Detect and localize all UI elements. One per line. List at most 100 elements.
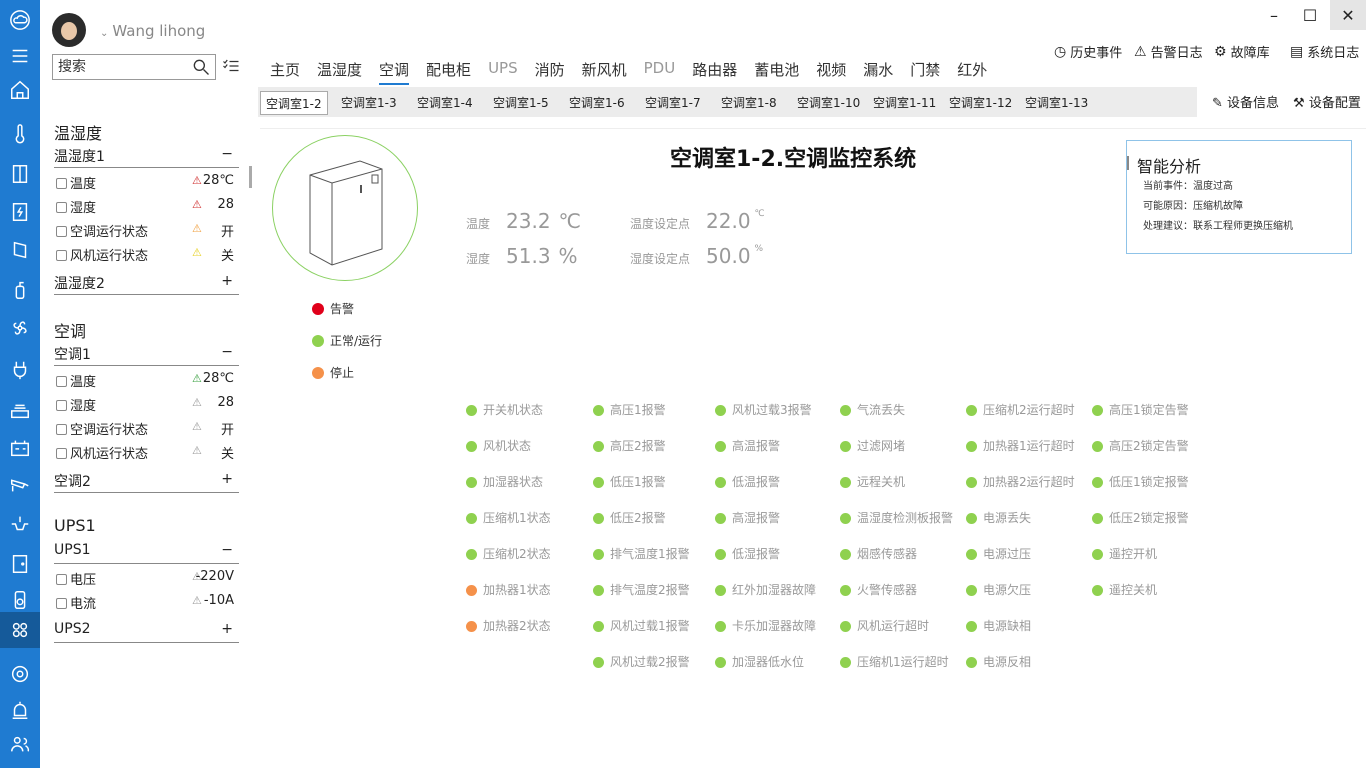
- user-name: Wang lihong: [112, 22, 206, 40]
- status-label: 加热器1运行超时: [983, 439, 1075, 453]
- nav-rail: [0, 0, 40, 768]
- tab-温湿度[interactable]: 温湿度: [317, 59, 362, 85]
- sidebar-sensor-row[interactable]: 空调运行状态 ⚠ 开: [56, 419, 236, 441]
- tab-消防[interactable]: 消防: [535, 59, 565, 85]
- expand-icon[interactable]: +: [221, 273, 233, 289]
- camera-icon[interactable]: [0, 466, 40, 502]
- pdu-plug-icon[interactable]: [0, 352, 40, 388]
- tab-PDU[interactable]: PDU: [644, 59, 676, 85]
- room-tab[interactable]: 空调室1-6: [564, 91, 630, 115]
- room-tab[interactable]: 空调室1-8: [716, 91, 782, 115]
- expand-icon[interactable]: +: [221, 471, 233, 487]
- avatar[interactable]: [52, 13, 86, 47]
- close-button[interactable]: ✕: [1330, 0, 1366, 30]
- room-tab[interactable]: 空调室1-7: [640, 91, 706, 115]
- sidebar-sensor-row[interactable]: 湿度 ⚠ 28: [56, 197, 236, 219]
- tab-漏水[interactable]: 漏水: [863, 59, 893, 85]
- top-link-history[interactable]: ◷ 历史事件: [1054, 42, 1122, 62]
- metric-unit: %: [558, 244, 578, 268]
- status-label: 风机过载3报警: [732, 403, 812, 417]
- users-icon[interactable]: [0, 726, 40, 762]
- sidebar-sensor-row[interactable]: 电流 ⚠ -10A: [56, 593, 236, 615]
- tab-新风机[interactable]: 新风机: [582, 59, 627, 85]
- sidebar-subgroup-header[interactable]: 空调2 +: [54, 471, 239, 493]
- tab-空调[interactable]: 空调: [379, 59, 410, 85]
- device-config-link[interactable]: ⚒ 设备配置: [1293, 92, 1361, 111]
- top-link-alarm-log[interactable]: ⚠ 告警日志: [1134, 42, 1203, 62]
- maximize-button[interactable]: ☐: [1292, 0, 1328, 30]
- tab-蓄电池[interactable]: 蓄电池: [754, 59, 799, 85]
- room-tab[interactable]: 空调室1-13: [1020, 91, 1093, 115]
- sidebar-sensor-row[interactable]: 空调运行状态 ⚠ 开: [56, 221, 236, 243]
- top-link-fault-library[interactable]: ⚙ 故障库: [1214, 42, 1270, 62]
- ups-icon[interactable]: [0, 232, 40, 268]
- modules-icon[interactable]: [0, 612, 40, 648]
- menu-icon[interactable]: [0, 38, 40, 74]
- sidebar-subgroup-header[interactable]: 温湿度1 −: [54, 146, 239, 168]
- sidebar-sensor-row[interactable]: 风机运行状态 ⚠ 关: [56, 443, 236, 465]
- checklist-icon[interactable]: [222, 57, 240, 75]
- tab-门禁[interactable]: 门禁: [910, 59, 940, 85]
- room-tab[interactable]: 空调室1-4: [412, 91, 478, 115]
- collapse-icon[interactable]: −: [221, 344, 233, 360]
- tab-配电柜[interactable]: 配电柜: [426, 59, 471, 85]
- sidebar-subgroup-header[interactable]: UPS2 +: [54, 621, 239, 643]
- collapse-icon[interactable]: −: [221, 146, 233, 162]
- sidebar-sensor-row[interactable]: 风机运行状态 ⚠ 关: [56, 245, 236, 267]
- tab-路由器[interactable]: 路由器: [692, 59, 737, 85]
- tab-主页[interactable]: 主页: [270, 59, 300, 85]
- device-info-link[interactable]: ✎ 设备信息: [1212, 92, 1279, 111]
- collapse-icon[interactable]: −: [221, 542, 233, 558]
- home-icon[interactable]: [0, 72, 40, 108]
- sidebar-sensor-row[interactable]: 温度 ⚠ 28℃: [56, 173, 236, 195]
- search-input[interactable]: [53, 55, 183, 79]
- status-dot: [966, 405, 977, 416]
- expand-icon[interactable]: +: [221, 621, 233, 637]
- room-tab[interactable]: 空调室1-12: [944, 91, 1017, 115]
- category-tabs: 主页 温湿度 空调 配电柜 UPS 消防 新风机 PDU 路由器 蓄电池 视频 漏水 门禁 红外: [270, 59, 1004, 85]
- minimize-button[interactable]: –: [1256, 0, 1292, 30]
- sidebar-scrollbar[interactable]: [249, 166, 252, 188]
- tab-红外[interactable]: 红外: [957, 59, 987, 85]
- room-tabs: 空调室1-2 空调室1-3 空调室1-4 空调室1-5 空调室1-6 空调室1-7 空调室1…: [258, 87, 1197, 117]
- power-cabinet-icon[interactable]: [0, 194, 40, 230]
- room-tab[interactable]: 空调室1-10: [792, 91, 865, 115]
- sensor-value: 28: [217, 395, 234, 410]
- status-dot: [1092, 441, 1103, 452]
- alarm-icon[interactable]: [0, 692, 40, 728]
- room-tab[interactable]: 空调室1-5: [488, 91, 554, 115]
- top-link-system-log[interactable]: ▤ 系统日志: [1290, 42, 1359, 62]
- status-indicator: 高湿报警: [715, 509, 780, 526]
- sidebar-subgroup-header[interactable]: 空调1 −: [54, 344, 239, 366]
- search-icon[interactable]: [191, 57, 211, 77]
- room-tab[interactable]: 空调室1-3: [336, 91, 402, 115]
- sensor-icon: [56, 250, 67, 261]
- chevron-down-icon: ⌄: [100, 28, 109, 39]
- access-control-icon[interactable]: [0, 546, 40, 582]
- sidebar-sensor-row[interactable]: 湿度 ⚠ 28: [56, 395, 236, 417]
- thermometer-icon[interactable]: [0, 116, 40, 152]
- sidebar-sensor-row[interactable]: 电压 ⚠ -220V: [56, 569, 236, 591]
- user-menu[interactable]: ⌄ Wang lihong: [100, 22, 205, 40]
- sidebar-sensor-row[interactable]: 温度 ⚠ 28℃: [56, 371, 236, 393]
- air-conditioner-icon[interactable]: [0, 156, 40, 192]
- water-leak-icon[interactable]: [0, 506, 40, 542]
- battery-icon[interactable]: [0, 430, 40, 466]
- status-label: 压缩机2状态: [483, 547, 551, 561]
- status-dot: [1092, 405, 1103, 416]
- router-icon[interactable]: [0, 392, 40, 428]
- fire-extinguisher-icon[interactable]: [0, 272, 40, 308]
- sensor-icon: [56, 202, 67, 213]
- sidebar-subgroup-header[interactable]: 温湿度2 +: [54, 273, 239, 295]
- room-tab[interactable]: 空调室1-2: [260, 91, 328, 115]
- sidebar-subgroup-header[interactable]: UPS1 −: [54, 542, 239, 564]
- settings-icon[interactable]: [0, 656, 40, 692]
- tab-视频[interactable]: 视频: [816, 59, 846, 85]
- status-label: 高压2锁定告警: [1109, 439, 1189, 453]
- status-indicator: 风机过载3报警: [715, 401, 812, 418]
- fan-icon[interactable]: [0, 310, 40, 346]
- status-indicator: 低压1报警: [593, 473, 666, 490]
- status-label: 烟感传感器: [857, 547, 918, 561]
- tab-UPS[interactable]: UPS: [488, 59, 518, 85]
- room-tab[interactable]: 空调室1-11: [868, 91, 941, 115]
